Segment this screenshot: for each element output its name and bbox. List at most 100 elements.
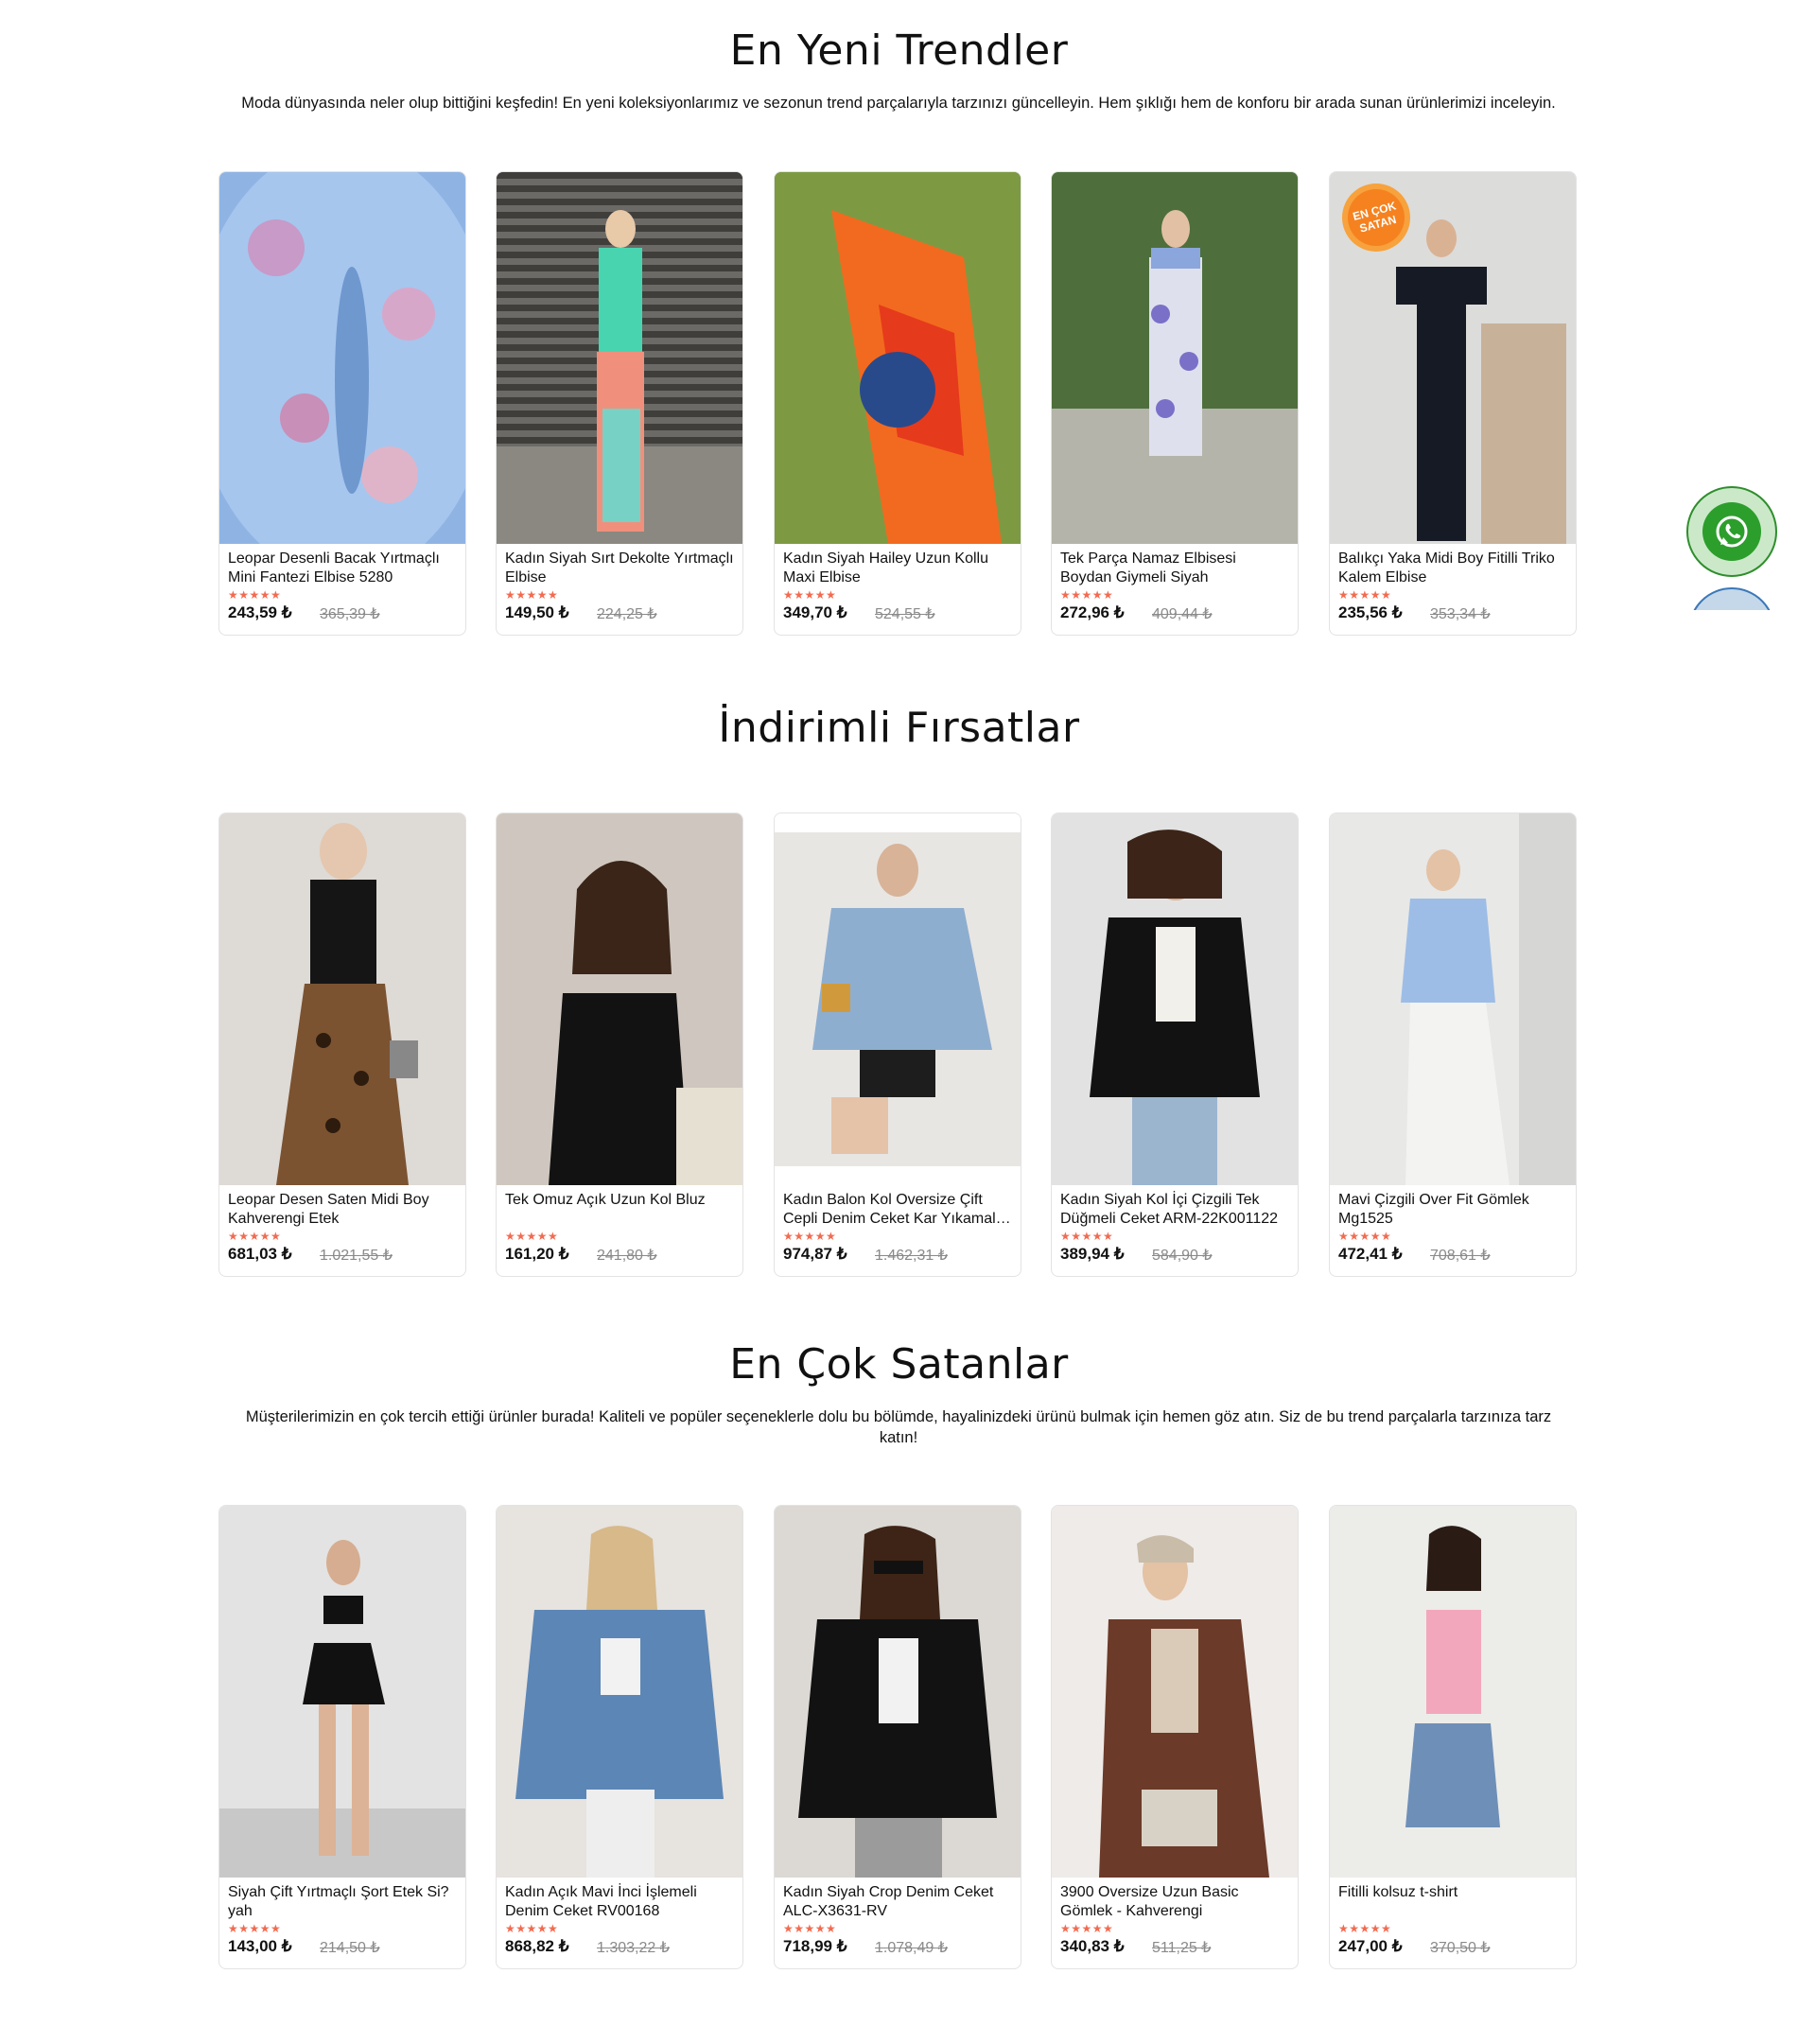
product-grid: Siyah Çift Yırtmaçlı Şort Etek Si?yah ★★★…	[218, 1505, 1578, 1971]
product-name[interactable]: Kadın Açık Mavi İnci İşlemeli Denim Ceke…	[505, 1883, 736, 1920]
section-description: Müşterilerimizin en çok tercih ettiği ür…	[245, 1408, 1552, 1446]
product-card[interactable]: Mavi Çizgili Over Fit Gömlek Mg1525 ★★★★★…	[1329, 812, 1577, 1277]
rating-stars: ★★★★★	[1338, 1922, 1392, 1935]
product-old-price: 365,39 ₺	[320, 606, 380, 622]
product-old-price: 1.462,31 ₺	[875, 1248, 948, 1264]
rating-stars: ★★★★★	[505, 1922, 559, 1935]
product-image[interactable]	[497, 172, 742, 544]
product-price: 681,03 ₺	[228, 1245, 292, 1263]
section-title: En Yeni Trendler	[729, 26, 1069, 75]
whatsapp-icon	[1716, 515, 1748, 548]
rating-stars: ★★★★★	[1338, 1230, 1392, 1243]
product-price: 868,82 ₺	[505, 1937, 569, 1955]
product-image[interactable]	[1052, 813, 1298, 1185]
product-name[interactable]: Tek Omuz Açık Uzun Kol Bluz	[505, 1191, 736, 1228]
product-image[interactable]	[219, 172, 465, 544]
phone-icon	[1688, 587, 1775, 610]
whatsapp-button[interactable]	[1686, 486, 1777, 577]
product-name[interactable]: Kadın Balon Kol Oversize Çift Cepli Deni…	[783, 1191, 1014, 1228]
product-name[interactable]: Siyah Çift Yırtmaçlı Şort Etek Si?yah	[228, 1883, 459, 1920]
product-name[interactable]: Fitilli kolsuz t-shirt	[1338, 1883, 1569, 1920]
product-name[interactable]: Leopar Desen Saten Midi Boy Kahverengi E…	[228, 1191, 459, 1228]
product-image[interactable]	[219, 1506, 465, 1878]
product-image[interactable]	[775, 813, 1021, 1185]
product-image[interactable]	[1052, 1506, 1298, 1878]
product-old-price: 1.078,49 ₺	[875, 1940, 948, 1956]
product-name[interactable]: Kadın Siyah Crop Denim Ceket ALC-X3631-R…	[783, 1883, 1014, 1920]
best-seller-badge: EN ÇOKSATAN	[1342, 183, 1410, 252]
product-card[interactable]: 3900 Oversize Uzun Basic Gömlek - Kahver…	[1051, 1505, 1299, 1969]
product-name[interactable]: Kadın Siyah Hailey Uzun Kollu Maxi Elbis…	[783, 550, 1014, 586]
product-old-price: 1.021,55 ₺	[320, 1248, 393, 1264]
product-price: 243,59 ₺	[228, 603, 292, 621]
product-image[interactable]	[497, 1506, 742, 1878]
product-name[interactable]: Kadın Siyah Kol İçi Çizgili Tek Düğmeli …	[1060, 1191, 1291, 1228]
product-image[interactable]	[1052, 172, 1298, 544]
rating-stars: ★★★★★	[1060, 1922, 1114, 1935]
section-description: Moda dünyasında neler olup bittiğini keş…	[241, 95, 1556, 112]
product-card[interactable]: Leopar Desen Saten Midi Boy Kahverengi E…	[218, 812, 466, 1277]
product-card[interactable]: Tek Parça Namaz Elbisesi Boydan Giymeli …	[1051, 171, 1299, 636]
product-old-price: 224,25 ₺	[597, 606, 657, 622]
rating-stars: ★★★★★	[228, 1922, 282, 1935]
product-price: 143,00 ₺	[228, 1937, 292, 1955]
product-card[interactable]: Kadın Açık Mavi İnci İşlemeli Denim Ceke…	[496, 1505, 743, 1969]
product-grid: Leopar Desen Saten Midi Boy Kahverengi E…	[218, 812, 1578, 1279]
rating-stars: ★★★★★	[783, 1230, 837, 1243]
section-title: İndirimli Fırsatlar	[718, 704, 1080, 752]
rating-stars: ★★★★★	[228, 1230, 282, 1243]
product-image[interactable]	[1330, 1506, 1576, 1878]
product-price: 974,87 ₺	[783, 1245, 847, 1263]
product-price: 340,83 ₺	[1060, 1937, 1125, 1955]
product-price: 161,20 ₺	[505, 1245, 569, 1263]
product-grid: Leopar Desenli Bacak Yırtmaçlı Mini Fant…	[218, 171, 1578, 638]
product-name[interactable]: Balıkçı Yaka Midi Boy Fitilli Triko Kale…	[1338, 550, 1569, 586]
rating-stars: ★★★★★	[1060, 588, 1114, 602]
rating-stars: ★★★★★	[505, 1230, 559, 1243]
rating-stars: ★★★★★	[505, 588, 559, 602]
product-old-price: 511,25 ₺	[1152, 1940, 1212, 1956]
product-image[interactable]	[219, 813, 465, 1185]
rating-stars: ★★★★★	[783, 588, 837, 602]
product-card[interactable]: Siyah Çift Yırtmaçlı Şort Etek Si?yah ★★★…	[218, 1505, 466, 1969]
product-card[interactable]: Kadın Siyah Crop Denim Ceket ALC-X3631-R…	[774, 1505, 1021, 1969]
product-price: 349,70 ₺	[783, 603, 847, 621]
product-old-price: 241,80 ₺	[597, 1248, 657, 1264]
product-old-price: 214,50 ₺	[320, 1940, 380, 1956]
product-price: 272,96 ₺	[1060, 603, 1125, 621]
product-old-price: 524,55 ₺	[875, 606, 935, 622]
product-price: 389,94 ₺	[1060, 1245, 1125, 1263]
product-card[interactable]: Fitilli kolsuz t-shirt ★★★★★ 247,00 ₺ 370,5…	[1329, 1505, 1577, 1969]
product-image[interactable]	[775, 1506, 1021, 1878]
rating-stars: ★★★★★	[783, 1922, 837, 1935]
product-old-price: 1.303,22 ₺	[597, 1940, 670, 1956]
product-old-price: 370,50 ₺	[1430, 1940, 1491, 1956]
product-price: 247,00 ₺	[1338, 1937, 1403, 1955]
product-name[interactable]: Mavi Çizgili Over Fit Gömlek Mg1525	[1338, 1191, 1569, 1228]
phone-button[interactable]	[1688, 587, 1775, 610]
product-image[interactable]	[775, 172, 1021, 544]
product-name[interactable]: Kadın Siyah Sırt Dekolte Yırtmaçlı Elbis…	[505, 550, 736, 586]
product-card[interactable]: EN ÇOK SATAN Balıkçı Yaka Midi Boy Fitilli…	[1329, 171, 1577, 636]
product-name[interactable]: Tek Parça Namaz Elbisesi Boydan Giymeli …	[1060, 550, 1291, 586]
product-name[interactable]: 3900 Oversize Uzun Basic Gömlek - Kahver…	[1060, 1883, 1291, 1920]
product-card[interactable]: Tek Omuz Açık Uzun Kol Bluz ★★★★★ 161,20 ₺…	[496, 812, 743, 1277]
product-price: 149,50 ₺	[505, 603, 569, 621]
product-price: 235,56 ₺	[1338, 603, 1403, 621]
product-old-price: 708,61 ₺	[1430, 1248, 1491, 1264]
product-card[interactable]: Kadın Siyah Kol İçi Çizgili Tek Düğmeli …	[1051, 812, 1299, 1277]
rating-stars: ★★★★★	[1060, 1230, 1114, 1243]
product-price: 472,41 ₺	[1338, 1245, 1403, 1263]
product-image[interactable]	[497, 813, 742, 1185]
product-card[interactable]: Kadın Balon Kol Oversize Çift Cepli Deni…	[774, 812, 1021, 1277]
product-old-price: 353,34 ₺	[1430, 606, 1491, 622]
product-image[interactable]	[1330, 813, 1576, 1185]
product-old-price: 584,90 ₺	[1152, 1248, 1213, 1264]
product-old-price: 409,44 ₺	[1152, 606, 1213, 622]
section-title: En Çok Satanlar	[729, 1340, 1069, 1389]
product-card[interactable]: Kadın Siyah Sırt Dekolte Yırtmaçlı Elbis…	[496, 171, 743, 636]
product-card[interactable]: Leopar Desenli Bacak Yırtmaçlı Mini Fant…	[218, 171, 466, 636]
product-card[interactable]: Kadın Siyah Hailey Uzun Kollu Maxi Elbis…	[774, 171, 1021, 636]
product-name[interactable]: Leopar Desenli Bacak Yırtmaçlı Mini Fant…	[228, 550, 459, 586]
product-price: 718,99 ₺	[783, 1937, 847, 1955]
